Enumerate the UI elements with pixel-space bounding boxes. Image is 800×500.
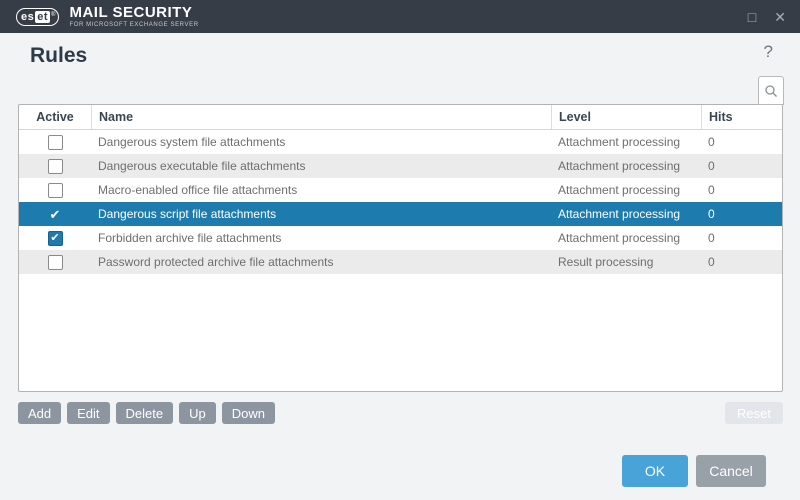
rule-name: Macro-enabled office file attachments [91, 178, 551, 202]
rules-table-body: Dangerous system file attachmentsAttachm… [19, 130, 782, 274]
rule-hits: 0 [701, 226, 782, 250]
product-block: MAIL SECURITY FOR MICROSOFT EXCHANGE SER… [69, 5, 198, 28]
delete-button[interactable]: Delete [116, 402, 174, 424]
table-row[interactable]: Dangerous system file attachmentsAttachm… [19, 130, 782, 154]
active-cell: ✔ [19, 226, 91, 250]
rule-name: Forbidden archive file attachments [91, 226, 551, 250]
rule-level: Result processing [551, 250, 701, 274]
rule-level: Attachment processing [551, 130, 701, 154]
search-icon [764, 84, 778, 98]
up-button[interactable]: Up [179, 402, 216, 424]
down-button[interactable]: Down [222, 402, 275, 424]
rule-name: Password protected archive file attachme… [91, 250, 551, 274]
rule-level: Attachment processing [551, 154, 701, 178]
rule-level: Attachment processing [551, 202, 701, 226]
edit-button[interactable]: Edit [67, 402, 109, 424]
column-header-name[interactable]: Name [91, 105, 551, 129]
rule-level: Attachment processing [551, 226, 701, 250]
add-button[interactable]: Add [18, 402, 61, 424]
help-icon[interactable]: ? [764, 42, 773, 62]
maximize-icon[interactable]: □ [748, 10, 756, 24]
cancel-button[interactable]: Cancel [696, 455, 766, 487]
rule-level: Attachment processing [551, 178, 701, 202]
table-row[interactable]: ✔ Forbidden archive file attachmentsAttac… [19, 226, 782, 250]
table-row[interactable]: Dangerous executable file attachmentsAtt… [19, 154, 782, 178]
active-cell [19, 154, 91, 178]
column-header-level[interactable]: Level [551, 105, 701, 129]
rules-toolbar: Add Edit Delete Up Down [18, 402, 275, 424]
search-button[interactable] [758, 76, 784, 105]
table-row[interactable]: Macro-enabled office file attachmentsAtt… [19, 178, 782, 202]
checkbox-unchecked-icon[interactable] [48, 135, 63, 150]
product-subtitle: FOR MICROSOFT EXCHANGE SERVER [69, 22, 198, 28]
registered-mark: ® [51, 12, 55, 18]
titlebar: es et ® MAIL SECURITY FOR MICROSOFT EXCH… [0, 0, 800, 33]
rule-hits: 0 [701, 154, 782, 178]
rule-hits: 0 [701, 178, 782, 202]
active-cell [19, 250, 91, 274]
checkbox-checked-icon[interactable]: ✔ [48, 207, 63, 222]
column-header-hits[interactable]: Hits [701, 105, 782, 129]
rule-hits: 0 [701, 250, 782, 274]
reset-button[interactable]: Reset [725, 402, 783, 424]
rule-hits: 0 [701, 202, 782, 226]
table-header: Active Name Level Hits [19, 105, 782, 130]
active-cell [19, 130, 91, 154]
mail-security-window: es et ® MAIL SECURITY FOR MICROSOFT EXCH… [0, 0, 800, 500]
checkbox-unchecked-icon[interactable] [48, 255, 63, 270]
rule-name: Dangerous script file attachments [91, 202, 551, 226]
eset-logo: es et ® [16, 8, 59, 26]
close-icon[interactable]: ✕ [774, 10, 786, 24]
eset-logo-es: es [20, 11, 35, 23]
table-row[interactable]: Password protected archive file attachme… [19, 250, 782, 274]
active-cell [19, 178, 91, 202]
ok-button[interactable]: OK [622, 455, 688, 487]
window-controls: □ ✕ [748, 0, 786, 33]
checkbox-unchecked-icon[interactable] [48, 159, 63, 174]
rules-table: Active Name Level Hits Dangerous system … [18, 104, 783, 392]
table-row[interactable]: ✔ Dangerous script file attachmentsAttach… [19, 202, 782, 226]
product-name: MAIL SECURITY [69, 5, 198, 20]
eset-logo-et: et [35, 11, 50, 23]
rule-hits: 0 [701, 130, 782, 154]
checkbox-unchecked-icon[interactable] [48, 183, 63, 198]
checkbox-checked-icon[interactable]: ✔ [48, 231, 63, 246]
rule-name: Dangerous executable file attachments [91, 154, 551, 178]
page-title: Rules [30, 44, 87, 68]
rule-name: Dangerous system file attachments [91, 130, 551, 154]
active-cell: ✔ [19, 202, 91, 226]
column-header-active[interactable]: Active [19, 105, 91, 129]
